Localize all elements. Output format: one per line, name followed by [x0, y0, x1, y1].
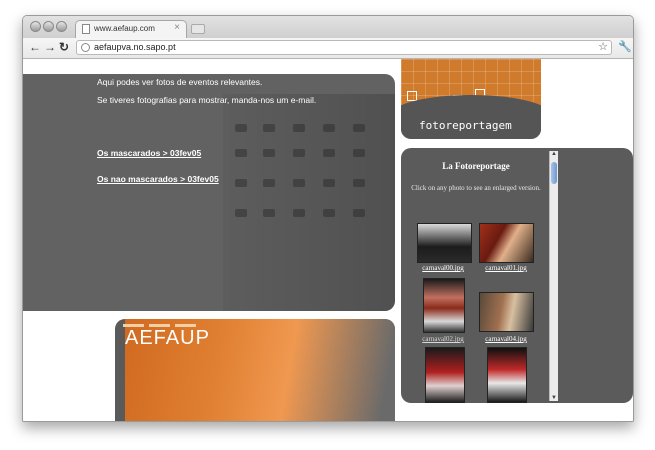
- back-arrow-icon[interactable]: ←: [29, 40, 41, 54]
- link-os-nao-mascarados[interactable]: Os nao mascarados > 03fev05: [97, 174, 219, 184]
- browser-toolbar: ← → ↻ aefaupva.no.sapo.pt ☆ 🔧: [23, 38, 633, 59]
- browser-window: www.aefaup.com × ← → ↻ aefaupva.no.sapo.…: [22, 15, 634, 422]
- reload-icon[interactable]: ↻: [59, 40, 69, 54]
- decor-block: [235, 209, 247, 217]
- decor-block: [293, 179, 305, 187]
- decor-block: [263, 124, 275, 132]
- photo-thumbnail[interactable]: [479, 292, 534, 332]
- page-icon: [82, 24, 90, 34]
- decor-block: [263, 149, 275, 157]
- address-url[interactable]: aefaupva.no.sapo.pt: [94, 42, 176, 52]
- decor-block: [235, 149, 247, 157]
- tab-close-icon[interactable]: ×: [174, 22, 180, 33]
- tab-aefaup[interactable]: www.aefaup.com ×: [75, 20, 187, 38]
- decor-block: [323, 149, 335, 157]
- intro-panel: Aqui podes ver fotos de eventos relevant…: [23, 74, 395, 311]
- decor-block: [263, 179, 275, 187]
- aefaup-logo: AEFAUP: [125, 327, 210, 349]
- tab-title: www.aefaup.com: [94, 24, 155, 33]
- photo-thumbnail[interactable]: [487, 347, 527, 403]
- gallery-scrollbar[interactable]: ▲ ▼: [549, 151, 558, 401]
- photo-caption[interactable]: carnaval04.jpg: [476, 335, 536, 343]
- web-page: Aqui podes ver fotos de eventos relevant…: [23, 59, 633, 421]
- decor-block: [263, 209, 275, 217]
- address-bar[interactable]: aefaupva.no.sapo.pt ☆: [76, 40, 612, 55]
- photo-thumbnail[interactable]: [479, 223, 534, 263]
- intro-line-2: Se tiveres fotografias para mostrar, man…: [97, 95, 317, 105]
- decor-block: [353, 179, 365, 187]
- minimize-window-button[interactable]: [43, 21, 54, 32]
- star-icon[interactable]: ☆: [598, 40, 608, 53]
- forward-arrow-icon[interactable]: →: [44, 40, 56, 54]
- close-window-button[interactable]: [30, 21, 41, 32]
- decor-block: [323, 209, 335, 217]
- photo-thumbnail[interactable]: [425, 347, 465, 403]
- decor-block: [353, 149, 365, 157]
- decor-block: [323, 124, 335, 132]
- panel-shade: [223, 94, 395, 311]
- aefaup-banner: AEFAUP: [115, 319, 395, 421]
- decor-block: [353, 124, 365, 132]
- wrench-icon[interactable]: 🔧: [618, 40, 632, 53]
- decor-block: [293, 149, 305, 157]
- link-os-mascarados[interactable]: Os mascarados > 03fev05: [97, 148, 201, 158]
- photo-thumbnail[interactable]: [423, 278, 465, 333]
- gallery-subtitle: Click on any photo to see an enlarged ve…: [411, 184, 541, 192]
- decor-block: [293, 209, 305, 217]
- decor-block: [293, 124, 305, 132]
- photo-caption[interactable]: carnaval01.jpg: [476, 264, 536, 272]
- scroll-down-icon[interactable]: ▼: [550, 395, 558, 401]
- photo-caption[interactable]: carnaval02.jpg: [413, 335, 473, 343]
- scrollbar-thumb[interactable]: [551, 162, 557, 184]
- fotoreportagem-header: fotoreportagem: [401, 59, 541, 139]
- decor-block: [235, 179, 247, 187]
- tab-strip: www.aefaup.com ×: [23, 16, 633, 38]
- gallery-title: La Fotoreportage: [442, 161, 510, 171]
- photo-thumbnail[interactable]: [417, 223, 472, 263]
- fotoreportagem-label: fotoreportagem: [419, 119, 512, 132]
- decor-block: [235, 124, 247, 132]
- new-tab-button[interactable]: [191, 24, 205, 34]
- decor-block: [323, 179, 335, 187]
- zoom-window-button[interactable]: [56, 21, 67, 32]
- decor-block: [353, 209, 365, 217]
- intro-line-1: Aqui podes ver fotos de eventos relevant…: [97, 77, 263, 87]
- scroll-up-icon[interactable]: ▲: [550, 151, 558, 157]
- gallery-frame: La Fotoreportage Click on any photo to s…: [401, 148, 633, 403]
- photo-caption[interactable]: carnaval00.jpg: [413, 264, 473, 272]
- globe-icon: [81, 43, 90, 52]
